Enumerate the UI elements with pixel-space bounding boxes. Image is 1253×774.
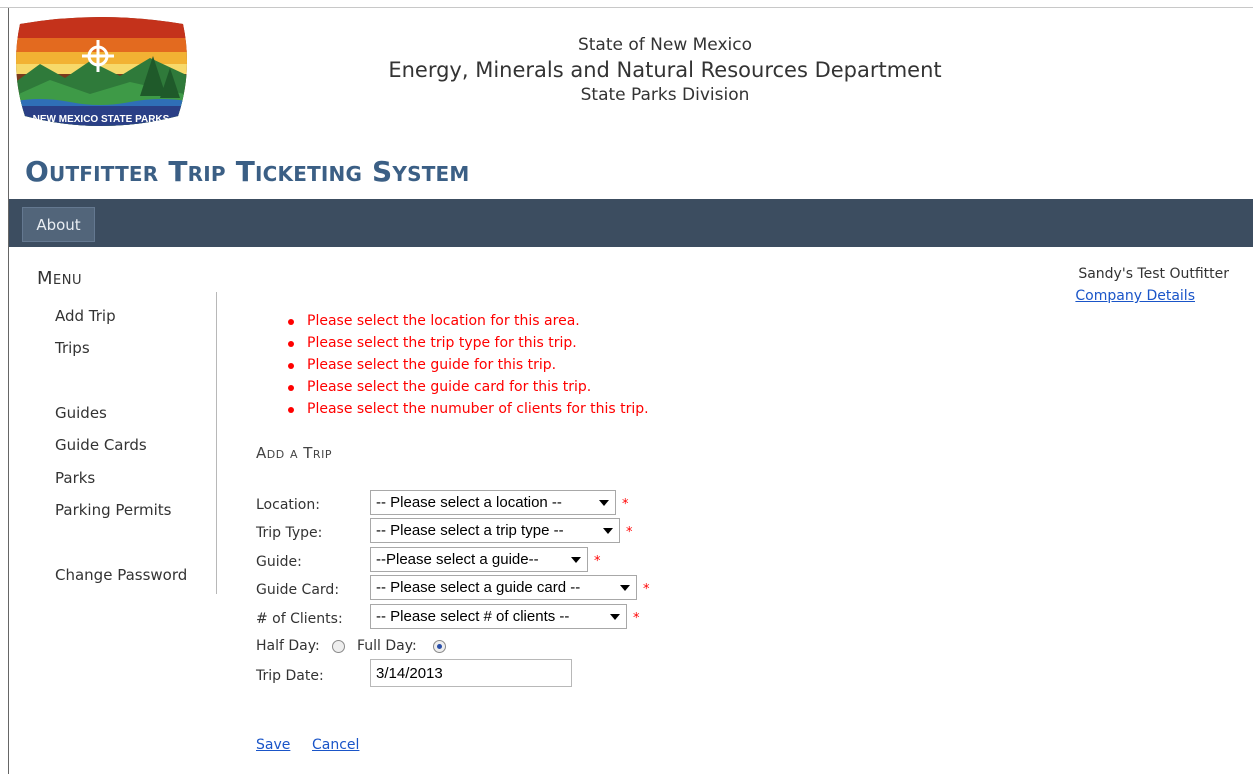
chevron-down-icon — [610, 614, 620, 620]
guide-card-select[interactable]: -- Please select a guide card -- — [370, 575, 637, 600]
required-marker: * — [626, 525, 633, 540]
trip-date-input[interactable] — [370, 659, 572, 687]
full-day-radio[interactable] — [433, 640, 446, 653]
required-marker: * — [622, 497, 629, 512]
guide-card-select-value: -- Please select a guide card -- — [376, 579, 581, 596]
sidebar-item-add-trip[interactable]: Add Trip — [55, 307, 116, 325]
guide-select[interactable]: --Please select a guide-- — [370, 547, 588, 572]
error-message: Please select the trip type for this tri… — [288, 332, 649, 354]
half-day-label: Half Day: — [256, 638, 320, 654]
header-department: Energy, Minerals and Natural Resources D… — [388, 58, 942, 82]
trip-type-select[interactable]: -- Please select a trip type -- — [370, 518, 620, 543]
top-navbar — [9, 199, 1253, 247]
system-title: Outfitter Trip Ticketing System — [25, 155, 470, 188]
sidebar-item-guides[interactable]: Guides — [55, 404, 107, 422]
half-day-radio[interactable] — [332, 640, 345, 653]
guide-select-value: --Please select a guide-- — [376, 551, 539, 568]
trip-type-label: Trip Type: — [256, 525, 323, 541]
chevron-down-icon — [599, 500, 609, 506]
required-marker: * — [594, 554, 601, 569]
nav-about-button[interactable]: About — [22, 207, 95, 242]
validation-error-list: Please select the location for this area… — [288, 310, 649, 420]
location-select-value: -- Please select a location -- — [376, 494, 562, 511]
menu-heading: Menu — [37, 268, 82, 289]
location-select[interactable]: -- Please select a location -- — [370, 490, 616, 515]
header-division: State Parks Division — [580, 85, 750, 105]
company-details-link[interactable]: Company Details — [1075, 288, 1195, 304]
trip-date-label: Trip Date: — [256, 668, 324, 684]
error-message: Please select the numuber of clients for… — [288, 398, 649, 420]
trip-type-select-value: -- Please select a trip type -- — [376, 522, 564, 539]
chevron-down-icon — [620, 585, 630, 591]
error-message: Please select the guide for this trip. — [288, 354, 649, 376]
required-marker: * — [633, 611, 640, 626]
save-link[interactable]: Save — [256, 737, 290, 753]
sidebar-item-change-password[interactable]: Change Password — [55, 566, 187, 584]
sidebar-item-parks[interactable]: Parks — [55, 469, 95, 487]
logo-text: NEW MEXICO STATE PARKS — [33, 114, 170, 125]
clients-select[interactable]: -- Please select # of clients -- — [370, 604, 627, 629]
form-title: Add a Trip — [256, 444, 332, 462]
window-top-border — [0, 0, 1253, 8]
department-header: State of New Mexico Energy, Minerals and… — [360, 34, 970, 106]
header-state: State of New Mexico — [577, 35, 753, 55]
clients-select-value: -- Please select # of clients -- — [376, 608, 570, 625]
chevron-down-icon — [603, 528, 613, 534]
error-message: Please select the location for this area… — [288, 310, 649, 332]
error-message: Please select the guide card for this tr… — [288, 376, 649, 398]
guide-card-label: Guide Card: — [256, 582, 340, 598]
new-mexico-state-parks-logo: NEW MEXICO STATE PARKS — [16, 17, 187, 126]
sidebar-item-guide-cards[interactable]: Guide Cards — [55, 436, 147, 454]
full-day-label: Full Day: — [357, 638, 417, 654]
required-marker: * — [643, 582, 650, 597]
sidebar-item-parking-permits[interactable]: Parking Permits — [55, 501, 172, 519]
chevron-down-icon — [571, 557, 581, 563]
window-left-border — [8, 8, 9, 774]
outfitter-name: Sandy's Test Outfitter — [1078, 266, 1229, 282]
guide-label: Guide: — [256, 554, 302, 570]
sidebar-item-trips[interactable]: Trips — [55, 339, 90, 357]
clients-label: # of Clients: — [256, 611, 343, 627]
sidebar-divider — [216, 292, 217, 594]
location-label: Location: — [256, 497, 320, 513]
cancel-link[interactable]: Cancel — [312, 737, 359, 753]
